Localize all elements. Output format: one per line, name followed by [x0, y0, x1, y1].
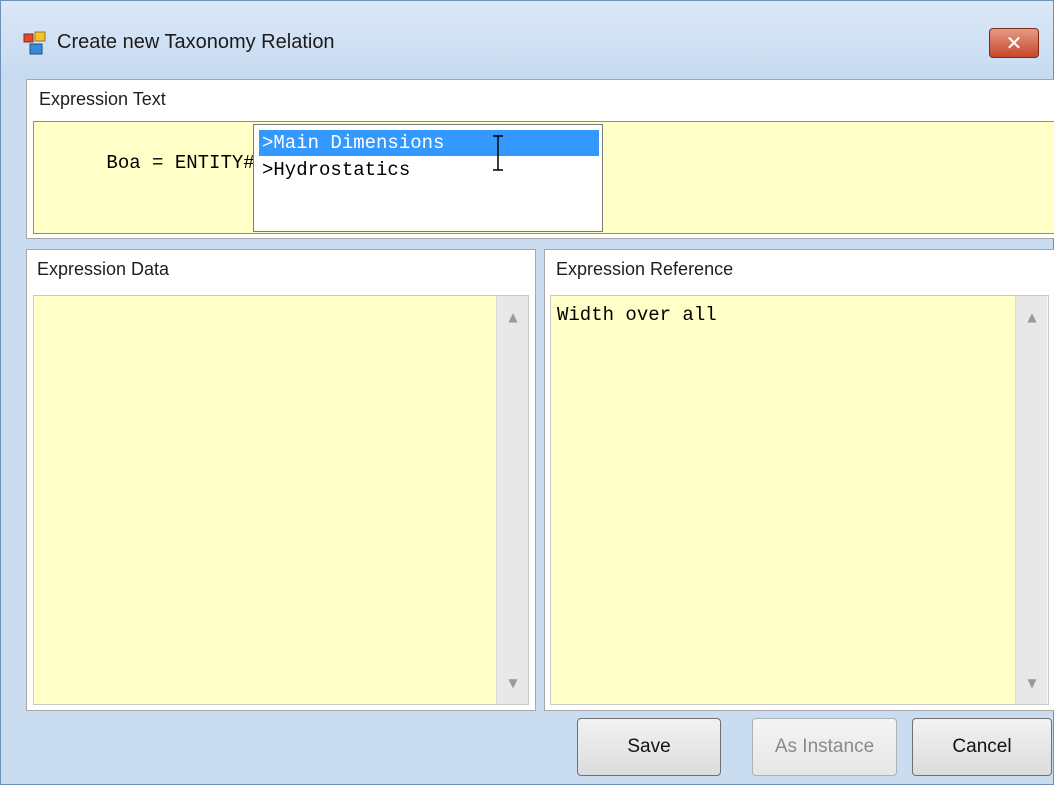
- expression-reference-value: Width over all: [557, 304, 717, 326]
- expression-text-label: Expression Text: [39, 89, 166, 109]
- as-instance-button[interactable]: As Instance: [752, 718, 897, 776]
- expression-data-scrollbar[interactable]: ▲ ▼: [496, 296, 528, 704]
- suggestion-label: >Main Dimensions: [262, 132, 445, 154]
- close-icon: ✕: [1005, 31, 1023, 55]
- title-bar: Create new Taxonomy Relation ✕: [1, 1, 1053, 81]
- scroll-down-icon[interactable]: ▼: [1016, 668, 1048, 698]
- application-icon: [23, 31, 46, 55]
- scroll-down-icon[interactable]: ▼: [497, 668, 529, 698]
- scroll-up-icon[interactable]: ▲: [1016, 302, 1048, 332]
- expression-reference-textarea[interactable]: Width over all ▲ ▼: [550, 295, 1049, 705]
- suggestion-hydrostatics[interactable]: >Hydrostatics: [259, 157, 410, 183]
- expression-data-label: Expression Data: [37, 259, 170, 279]
- cancel-button-label: Cancel: [952, 736, 1012, 757]
- expression-text-value: Boa = ENTITY#: [106, 152, 255, 174]
- autocomplete-listbox[interactable]: >Main Dimensions >Hydrostatics: [253, 124, 603, 232]
- as-instance-button-label: As Instance: [774, 736, 875, 757]
- save-button[interactable]: Save: [577, 718, 721, 776]
- close-button[interactable]: ✕: [989, 28, 1039, 58]
- suggestion-main-dimensions[interactable]: >Main Dimensions: [259, 130, 599, 156]
- dialog-window: Create new Taxonomy Relation ✕ Expressio…: [0, 0, 1054, 785]
- expression-data-textarea[interactable]: ▲ ▼: [33, 295, 529, 705]
- window-title: Create new Taxonomy Relation: [57, 31, 335, 53]
- suggestion-label: >Hydrostatics: [262, 159, 411, 181]
- cancel-button[interactable]: Cancel: [912, 718, 1052, 776]
- scroll-up-icon[interactable]: ▲: [497, 302, 529, 332]
- expression-reference-scrollbar[interactable]: ▲ ▼: [1015, 296, 1047, 704]
- save-button-label: Save: [627, 736, 671, 757]
- expression-reference-label: Expression Reference: [556, 259, 734, 279]
- text-cursor-icon: [493, 135, 503, 171]
